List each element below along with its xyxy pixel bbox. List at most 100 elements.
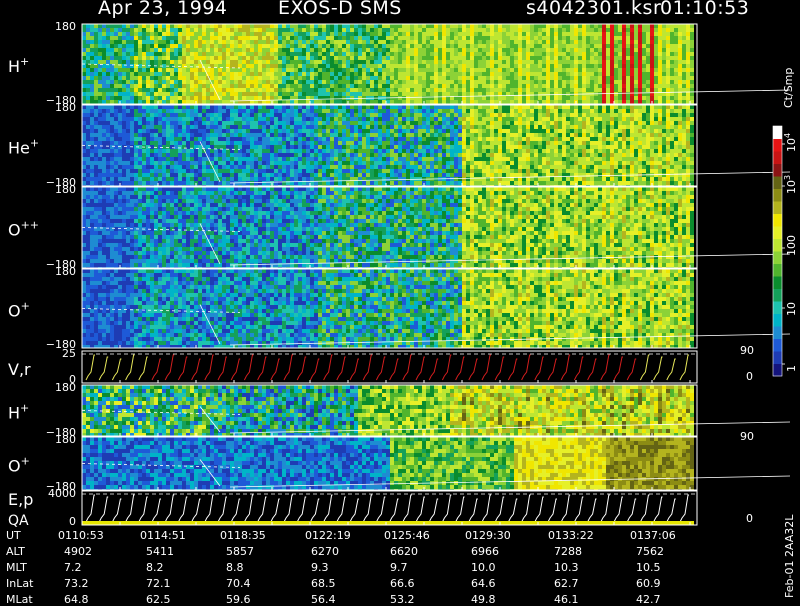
colorbar-swatch (773, 226, 782, 239)
panel-1 (82, 24, 790, 104)
orbit-value: 7562 (636, 545, 664, 558)
row-label: UT (6, 529, 21, 542)
panel-label: H+ (8, 55, 29, 76)
colorbar: 110100103104 (773, 126, 798, 377)
ut-tick-label: 0118:35 (220, 529, 266, 542)
colorbar-swatch (773, 151, 782, 164)
colorbar-swatch (773, 251, 782, 264)
colorbar-swatch (773, 201, 782, 214)
colorbar-label: Ct/Smp (782, 68, 795, 108)
panel-6 (82, 385, 790, 436)
panel-label: H+ (8, 402, 29, 423)
colorbar-swatch (773, 339, 782, 352)
row-label: MLT (6, 561, 27, 574)
panel-3 (82, 187, 790, 268)
right-axis-top: 90 (740, 344, 754, 357)
orbit-value: 10.5 (636, 561, 661, 574)
row-label: ALT (6, 545, 25, 558)
colorbar-swatch (773, 176, 782, 189)
y-max-label: 180 (55, 183, 76, 196)
colorbar-tick: 103 (783, 175, 798, 194)
y-max-label: 180 (55, 20, 76, 33)
instrument-title: EXOS-D SMS (278, 0, 402, 19)
ut-tick-label: 0122:19 (305, 529, 351, 542)
panel-label: He+ (8, 137, 39, 158)
right-axis-bottom: 0 (746, 512, 753, 525)
colorbar-swatch (773, 351, 782, 364)
colorbar-swatch (773, 326, 782, 339)
panel-7 (82, 437, 790, 490)
colorbar-swatch (773, 164, 782, 177)
y-min-label: 0 (69, 515, 76, 528)
orbit-value: 73.2 (64, 577, 89, 590)
panel-2 (82, 105, 790, 186)
orbit-value: 5411 (146, 545, 174, 558)
colorbar-swatch (773, 264, 782, 277)
panel-label-charge: ++ (21, 219, 39, 232)
orbit-value: 6966 (471, 545, 499, 558)
colorbar-swatch (773, 364, 782, 377)
panel-label-charge: + (20, 402, 29, 415)
orbit-value: 10.3 (554, 561, 579, 574)
colorbar-swatch (773, 189, 782, 202)
colorbar-swatch (773, 314, 782, 327)
orbit-value: 6270 (311, 545, 339, 558)
colorbar-swatch (773, 301, 782, 314)
y-max-label: 180 (55, 381, 76, 394)
panel-label-charge: + (20, 55, 29, 68)
panel-label-qa: QA (8, 513, 29, 529)
orbit-value: 72.1 (146, 577, 171, 590)
ut-tick-label: 0133:22 (548, 529, 594, 542)
panel-label-charge: + (21, 455, 30, 468)
orbit-value: 68.5 (311, 577, 336, 590)
orbit-value: 7.2 (64, 561, 82, 574)
panel-label-charge: + (21, 300, 30, 313)
panel-label: O+ (8, 455, 30, 476)
panel-4 (82, 269, 790, 348)
ut-tick-label: 0129:30 (465, 529, 511, 542)
orbit-value: 62.7 (554, 577, 579, 590)
spectrogram-figure: H+180−180He+180−180O++180−180O+180−180V,… (0, 0, 800, 600)
colorbar-tick: 10 (785, 302, 798, 316)
colorbar-swatch (773, 126, 782, 139)
orbit-value: 5857 (226, 545, 254, 558)
ut-tick-label: 0137:06 (630, 529, 676, 542)
right-axis-bottom: 0 (746, 370, 753, 383)
orbit-value: 10.0 (471, 561, 496, 574)
time-stamp: 01:10:53 (660, 0, 749, 19)
colorbar-swatch (773, 139, 782, 152)
orbit-value: 9.3 (311, 561, 329, 574)
orbit-value: 9.7 (390, 561, 408, 574)
ut-tick-label: 0114:51 (140, 529, 186, 542)
panel-8 (82, 491, 697, 525)
orbit-value: 60.9 (636, 577, 661, 590)
y-max-label: 180 (55, 265, 76, 278)
orbit-value: 66.6 (390, 577, 415, 590)
y-max-label: 4000 (48, 487, 76, 500)
panel-5 (82, 351, 697, 383)
colorbar-swatch (773, 289, 782, 302)
colorbar-tick: 1 (785, 365, 798, 372)
colorbar-swatch (773, 276, 782, 289)
orbit-value: 8.8 (226, 561, 244, 574)
panel-label: O++ (8, 219, 39, 240)
panels-layer (82, 24, 790, 525)
orbit-value: 70.4 (226, 577, 251, 590)
colorbar-swatch (773, 239, 782, 252)
y-max-label: 25 (62, 347, 76, 360)
y-max-label: 180 (55, 101, 76, 114)
colorbar-tick-exponent: 3 (783, 175, 792, 180)
orbit-value: 64.6 (471, 577, 496, 590)
panel-label: O+ (8, 300, 30, 321)
y-max-label: 180 (55, 433, 76, 446)
orbit-value: 8.2 (146, 561, 164, 574)
ut-tick-label: 0125:46 (384, 529, 430, 542)
colorbar-swatch (773, 214, 782, 227)
right-axis-top: 90 (740, 430, 754, 443)
colorbar-tick: 100 (785, 235, 798, 256)
orbit-value: 7288 (554, 545, 582, 558)
orbit-value: 6620 (390, 545, 418, 558)
panel-label: E,p (8, 490, 33, 509)
date-title: Apr 23, 1994 (98, 0, 228, 19)
ut-tick-label: 0110:53 (58, 529, 104, 542)
